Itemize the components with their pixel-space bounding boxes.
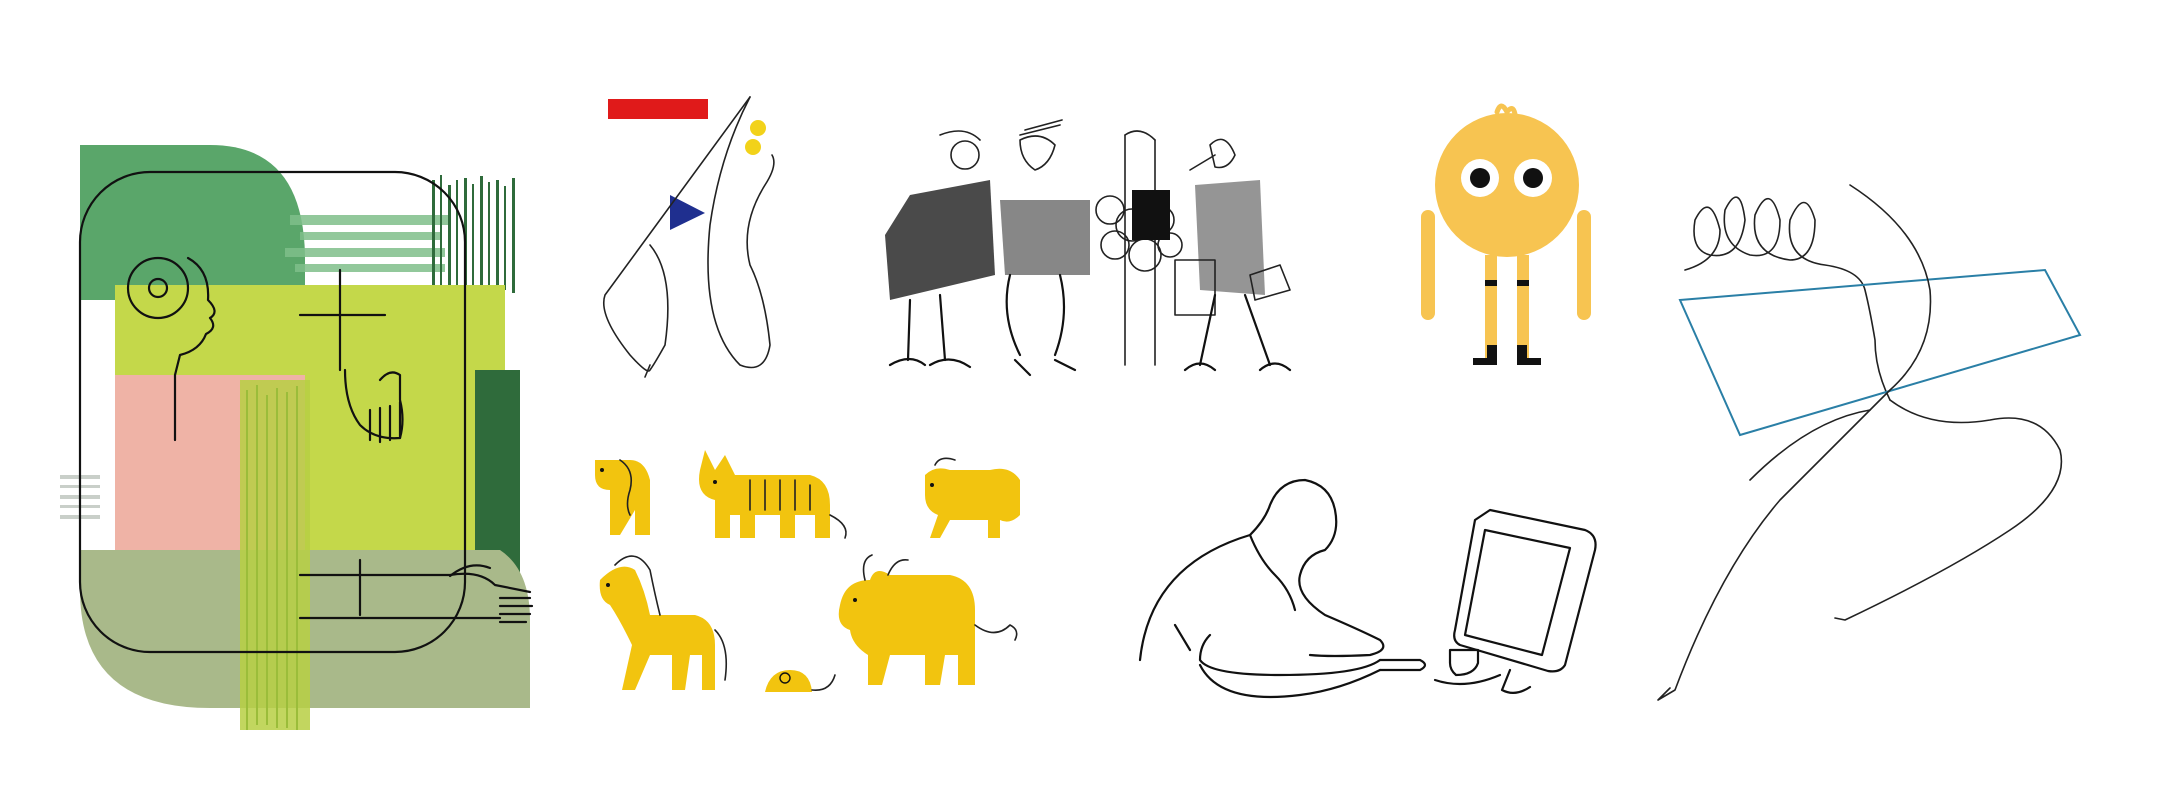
animal-mouse (765, 670, 836, 692)
yellow-chick-character (1415, 100, 1595, 400)
sketch-person-3 (1095, 130, 1183, 366)
sketch-person-2 (1000, 119, 1090, 377)
zodiac-animals (590, 430, 1040, 710)
abstract-figure-shapes (600, 95, 800, 385)
sketch-person-1 (885, 130, 995, 369)
red-bar-shape (608, 99, 708, 119)
animal-dog (595, 459, 650, 535)
collage-face-hands-icon (60, 145, 534, 730)
abstract-face-collage (60, 140, 540, 740)
animal-ox (838, 554, 1018, 685)
line-figure-icon (603, 96, 775, 378)
crowd-sketch-icon (885, 119, 1292, 377)
animal-horse (599, 555, 728, 690)
computer-user-icon (1138, 478, 1597, 699)
person-at-computer (1130, 475, 1600, 710)
scribble-figure-icon (1657, 184, 2082, 701)
scribble-runner (1630, 120, 2090, 720)
people-group-sketch (870, 119, 1320, 380)
chick-character-icon (1421, 103, 1591, 365)
animal-goat (925, 457, 1020, 538)
animals-icon (595, 450, 1020, 692)
sketch-person-4 (1174, 138, 1292, 372)
animal-tiger (699, 450, 847, 539)
